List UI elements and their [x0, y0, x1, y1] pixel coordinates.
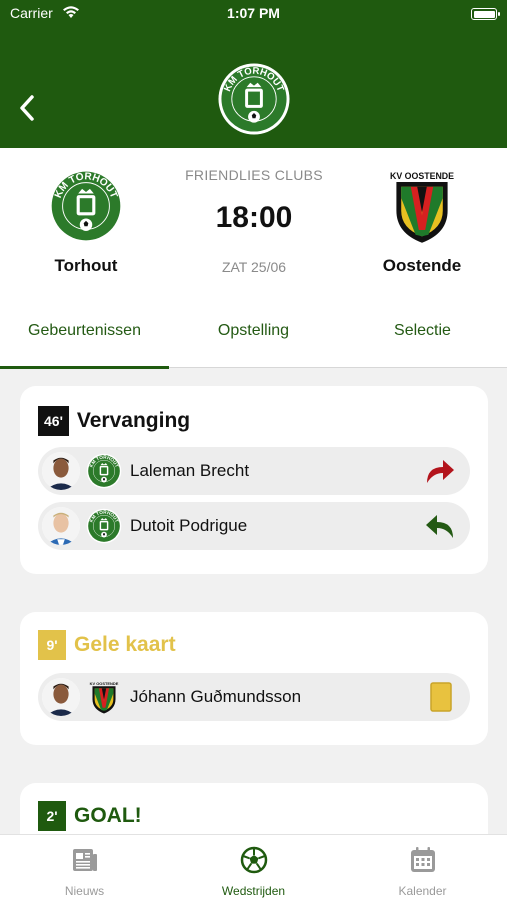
- event-minute: 2': [38, 801, 66, 831]
- back-chevron-icon[interactable]: [14, 94, 40, 122]
- match-info: Torhout FRIENDLIES CLUBS 18:00 ZAT 25/06…: [0, 148, 507, 369]
- club-logo-torhout: [86, 453, 122, 489]
- competition-label: FRIENDLIES CLUBS: [185, 167, 323, 183]
- bottom-nav: Nieuws Wedstrijden Kalender: [0, 834, 507, 900]
- soccer-ball-icon: [240, 846, 267, 874]
- tab-label: Opstelling: [217, 322, 290, 339]
- nav-label: Wedstrijden: [221, 884, 286, 898]
- event-title: GOAL!: [74, 804, 142, 827]
- tab-label: Gebeurtenissen: [28, 322, 141, 339]
- player-avatar: [42, 452, 80, 490]
- yellow-card-icon: [430, 682, 452, 712]
- substitution-out-arrow-icon: [427, 460, 454, 483]
- nav-item-kalender[interactable]: Kalender: [338, 845, 507, 898]
- match-tabs: Gebeurtenissen Opstelling Selectie: [0, 312, 507, 369]
- kickoff-time: 18:00: [215, 201, 293, 234]
- status-time: 1:07 PM: [227, 5, 280, 21]
- tab-label: Selectie: [394, 322, 451, 339]
- tab-opstelling[interactable]: Opstelling: [169, 312, 338, 368]
- active-tab-indicator: [0, 366, 169, 369]
- player-avatar: [42, 507, 80, 545]
- match-date: ZAT 25/06: [221, 259, 287, 275]
- player-name: Laleman Brecht: [130, 461, 250, 480]
- away-team[interactable]: Oostende: [357, 166, 487, 276]
- club-logo-torhout: [218, 63, 290, 135]
- event-header: 9' Gele kaart: [38, 630, 176, 660]
- event-player-row[interactable]: Jóhann Guðmundsson: [38, 673, 470, 721]
- away-team-logo: [382, 166, 462, 246]
- status-bar: Carrier 1:07 PM: [0, 5, 507, 23]
- event-header: 46' Vervanging: [38, 406, 190, 436]
- newspaper-icon: [72, 849, 97, 871]
- nav-item-wedstrijden[interactable]: Wedstrijden: [169, 845, 338, 898]
- club-logo-torhout: [86, 508, 122, 544]
- nav-label: Nieuws: [64, 884, 105, 898]
- substitution-in-arrow-icon: [426, 515, 453, 538]
- nav-label: Kalender: [398, 884, 447, 898]
- event-title: Gele kaart: [74, 633, 176, 656]
- event-player-row[interactable]: Dutoit Podrigue: [38, 502, 470, 550]
- battery-icon: [471, 8, 500, 20]
- home-team-logo: [46, 166, 126, 246]
- home-team[interactable]: Torhout: [21, 166, 151, 276]
- event-card-substitution: 46' Vervanging Laleman Brecht Dutoit Pod…: [20, 386, 488, 574]
- club-logo-oostende: [89, 680, 119, 714]
- event-header: 2' GOAL!: [38, 801, 142, 831]
- event-title: Vervanging: [76, 409, 191, 432]
- player-name: Jóhann Guðmundsson: [130, 687, 302, 706]
- tab-gebeurtenissen[interactable]: Gebeurtenissen: [0, 312, 169, 369]
- event-minute: 9': [38, 630, 66, 660]
- event-card-yellow: 9' Gele kaart Jóhann Guðmundsson: [20, 612, 488, 745]
- player-avatar: [42, 678, 80, 716]
- nav-item-nieuws[interactable]: Nieuws: [0, 845, 169, 898]
- app-header: Carrier 1:07 PM: [0, 0, 507, 148]
- away-team-name: Oostende: [382, 256, 462, 275]
- tab-selectie[interactable]: Selectie: [338, 312, 507, 368]
- home-team-name: Torhout: [54, 256, 118, 275]
- event-player-row[interactable]: Laleman Brecht: [38, 447, 470, 495]
- event-minute: 46': [38, 406, 69, 436]
- player-name: Dutoit Podrigue: [130, 516, 248, 535]
- calendar-icon: [410, 847, 435, 872]
